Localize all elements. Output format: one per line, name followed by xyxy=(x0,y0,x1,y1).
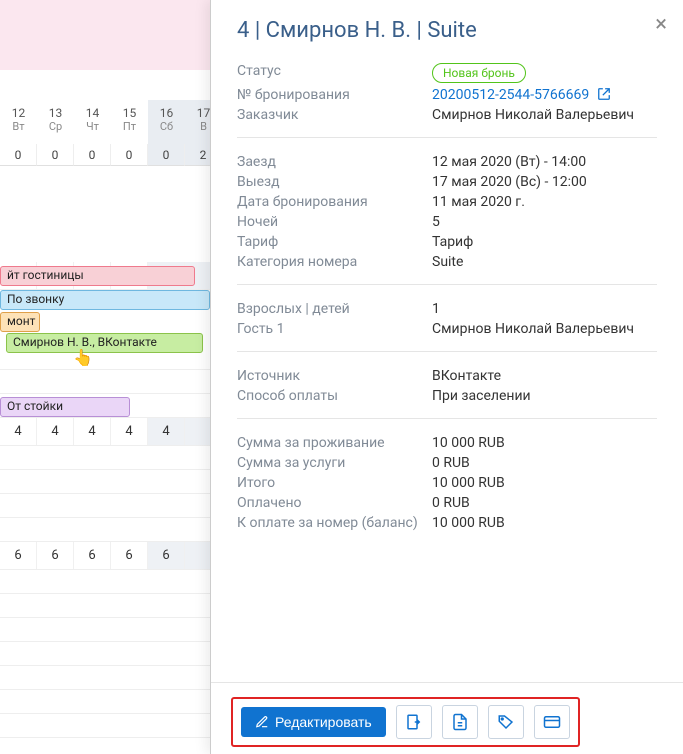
calendar-avail-cell[interactable]: 4 xyxy=(0,418,37,445)
calendar-avail-cell[interactable]: 6 xyxy=(74,542,111,569)
calendar-avail-cell[interactable]: 4 xyxy=(111,418,148,445)
label-balance: К оплате за номер (баланс) xyxy=(237,515,432,531)
value-sum-live: 10 000 RUB xyxy=(432,435,657,451)
label-booking-date: Дата бронирования xyxy=(237,194,432,210)
calendar-avail-cell[interactable]: 6 xyxy=(0,542,37,569)
label-guest1: Гость 1 xyxy=(237,321,432,337)
booking-bar[interactable]: монт xyxy=(0,312,40,332)
value-booking-date: 11 мая 2020 г. xyxy=(432,194,657,210)
label-status: Статус xyxy=(237,63,432,83)
calendar-avail-cell[interactable]: 4 xyxy=(148,418,185,445)
close-icon[interactable]: × xyxy=(655,12,667,37)
label-source: Источник xyxy=(237,368,432,384)
calendar-avail-cell[interactable]: 6 xyxy=(37,542,74,569)
booking-bar[interactable]: По звонку xyxy=(0,290,210,310)
label-sum-serv: Сумма за услуги xyxy=(237,455,432,471)
booking-bar-selected[interactable]: Смирнов Н. В., ВКонтакте xyxy=(6,333,203,353)
tag-button[interactable] xyxy=(488,705,524,739)
booking-number-link[interactable]: 20200512-2544-5766669 xyxy=(432,87,611,103)
calendar-day[interactable]: 16Сб xyxy=(148,100,185,144)
value-source: ВКонтакте xyxy=(432,368,657,384)
panel-title: 4 | Смирнов Н. В. | Suite xyxy=(237,18,657,43)
label-paid: Оплачено xyxy=(237,495,432,511)
value-guest1: Смирнов Николай Валерьевич xyxy=(432,321,657,337)
value-paid: 0 RUB xyxy=(432,495,657,511)
external-link-icon xyxy=(597,87,611,101)
value-payment: При заселении xyxy=(432,388,657,404)
calendar-day-header: 12Вт13Ср14Чт15Пт16Сб17В xyxy=(0,100,220,144)
label-customer: Заказчик xyxy=(237,107,432,123)
value-customer: Смирнов Николай Валерьевич xyxy=(432,107,657,123)
action-highlight-box: Редактировать xyxy=(231,697,580,747)
calendar-grid: 12Вт13Ср14Чт15Пт16Сб17В 000002 йт гостин… xyxy=(0,0,220,754)
calendar-count-cell: 0 xyxy=(74,144,111,166)
calendar-count-cell: 0 xyxy=(37,144,74,166)
value-tariff: Тариф xyxy=(432,234,657,250)
calendar-day[interactable]: 15Пт xyxy=(111,100,148,144)
edit-button[interactable]: Редактировать xyxy=(241,707,386,737)
calendar-day[interactable]: 14Чт xyxy=(74,100,111,144)
payment-button[interactable] xyxy=(534,705,570,739)
value-checkin: 12 мая 2020 (Вт) - 14:00 xyxy=(432,154,657,170)
booking-bar[interactable]: От стойки xyxy=(0,397,130,417)
calendar-avail-cell[interactable]: 4 xyxy=(74,418,111,445)
calendar-count-cell: 0 xyxy=(0,144,37,166)
calendar-avail-cell[interactable]: 4 xyxy=(37,418,74,445)
value-nights: 5 xyxy=(432,214,657,230)
calendar-day[interactable]: 13Ср xyxy=(37,100,74,144)
document-button[interactable] xyxy=(442,705,478,739)
value-checkout: 17 мая 2020 (Вс) - 12:00 xyxy=(432,174,657,190)
checkin-button[interactable] xyxy=(396,705,432,739)
calendar-count-row: 000002 xyxy=(0,144,220,166)
label-sum-live: Сумма за проживание xyxy=(237,435,432,451)
label-nights: Ночей xyxy=(237,214,432,230)
label-adults: Взрослых | детей xyxy=(237,301,432,317)
calendar-count-cell: 0 xyxy=(111,144,148,166)
panel-footer: Редактировать xyxy=(211,682,683,754)
calendar-avail-cell[interactable]: 6 xyxy=(148,542,185,569)
value-total: 10 000 RUB xyxy=(432,475,657,491)
label-checkout: Выезд xyxy=(237,174,432,190)
calendar-body: йт гостиницы По звонку монт Смирнов Н. В… xyxy=(0,262,220,754)
status-badge: Новая бронь xyxy=(432,63,526,83)
label-payment: Способ оплаты xyxy=(237,388,432,404)
calendar-avail-cell[interactable]: 6 xyxy=(111,542,148,569)
label-roomcat: Категория номера xyxy=(237,254,432,270)
edit-button-label: Редактировать xyxy=(275,714,372,730)
value-roomcat: Suite xyxy=(432,254,657,270)
calendar-count-cell: 0 xyxy=(148,144,185,166)
booking-bar[interactable]: йт гостиницы xyxy=(0,266,195,286)
value-balance: 10 000 RUB xyxy=(432,515,657,531)
value-adults: 1 xyxy=(432,301,657,317)
calendar-day[interactable]: 12Вт xyxy=(0,100,37,144)
label-booking-no: № бронирования xyxy=(237,87,432,103)
label-tariff: Тариф xyxy=(237,234,432,250)
booking-panel: × 4 | Смирнов Н. В. | Suite Статус Новая… xyxy=(210,0,683,754)
value-sum-serv: 0 RUB xyxy=(432,455,657,471)
label-total: Итого xyxy=(237,475,432,491)
label-checkin: Заезд xyxy=(237,154,432,170)
